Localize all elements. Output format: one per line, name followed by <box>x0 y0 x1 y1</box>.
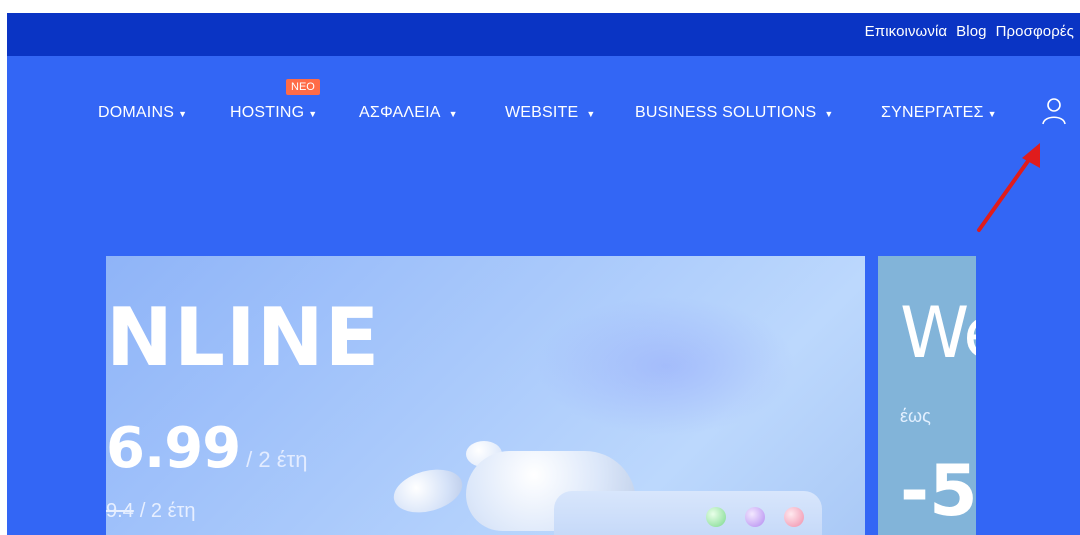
top-link-contact[interactable]: Επικοινωνία <box>865 23 948 40</box>
caret-down-icon: ▼ <box>448 109 458 119</box>
nav-item-label: ΑΣΦΑΛΕΙΑ <box>359 104 441 121</box>
caret-down-icon: ▼ <box>308 109 318 119</box>
top-links: Επικοινωνία Blog Προσφορές <box>865 13 1074 49</box>
banner-old-price-row: 9.4/ 2 έτη <box>106 500 196 523</box>
banner-glow <box>536 296 796 436</box>
top-link-blog[interactable]: Blog <box>956 23 986 40</box>
purple-dot-icon <box>745 507 765 527</box>
nav-item-label: HOSTING <box>230 104 305 121</box>
top-link-offers[interactable]: Προσφορές <box>996 23 1074 40</box>
banner-old-price: 9.4 <box>106 500 134 522</box>
new-badge: ΝΕΟ <box>286 79 320 95</box>
caret-down-icon: ▼ <box>987 109 997 119</box>
decorative-panel <box>554 491 822 535</box>
banner-price: 6.99 <box>106 416 241 481</box>
nav-item-website[interactable]: WEBSITE ▼ <box>505 98 596 128</box>
nav-item-label: ΣΥΝΕΡΓΑΤΕΣ <box>881 104 984 121</box>
hero-banner-main[interactable]: NLINE 6.99/ 2 έτη 9.4/ 2 έτη <box>106 256 865 535</box>
banner-old-price-unit: / 2 έτη <box>139 500 196 522</box>
nav-item-domains[interactable]: DOMAINS ▼ <box>98 98 187 128</box>
nav-item-hosting[interactable]: HOSTING ▼ <box>230 98 317 128</box>
page: Επικοινωνία Blog Προσφορές ΝΕΟ DOMAINS ▼ … <box>7 13 1080 535</box>
side-banner-title: We <box>900 292 976 374</box>
nav-item-label: BUSINESS SOLUTIONS <box>635 104 817 121</box>
side-banner-discount: -5 <box>900 450 976 532</box>
nav-item-security[interactable]: ΑΣΦΑΛΕΙΑ ▼ <box>359 98 458 128</box>
green-dot-icon <box>706 507 726 527</box>
red-arrow-annotation <box>977 143 1040 232</box>
decorative-blob <box>389 462 467 520</box>
banner-price-row: 6.99/ 2 έτη <box>106 416 307 481</box>
nav-item-label: DOMAINS <box>98 104 175 121</box>
banner-price-unit: / 2 έτη <box>246 447 308 472</box>
caret-down-icon: ▼ <box>178 109 188 119</box>
caret-down-icon: ▼ <box>586 109 596 119</box>
nav-item-partners[interactable]: ΣΥΝΕΡΓΑΤΕΣ ▼ <box>881 98 997 128</box>
pink-dot-icon <box>784 507 804 527</box>
main-nav: DOMAINS ▼ HOSTING ▼ ΑΣΦΑΛΕΙΑ ▼ WEBSITE ▼ BUS… <box>7 98 1080 128</box>
user-icon[interactable] <box>1042 97 1066 125</box>
nav-item-label: WEBSITE <box>505 104 579 121</box>
banner-title: NLINE <box>106 291 381 384</box>
hero-banner-side[interactable]: We έως -5 <box>878 256 976 535</box>
top-bar: Επικοινωνία Blog Προσφορές <box>7 13 1080 56</box>
nav-item-business-solutions[interactable]: BUSINESS SOLUTIONS ▼ <box>635 98 834 128</box>
caret-down-icon: ▼ <box>824 109 834 119</box>
side-banner-subtitle: έως <box>900 406 931 426</box>
